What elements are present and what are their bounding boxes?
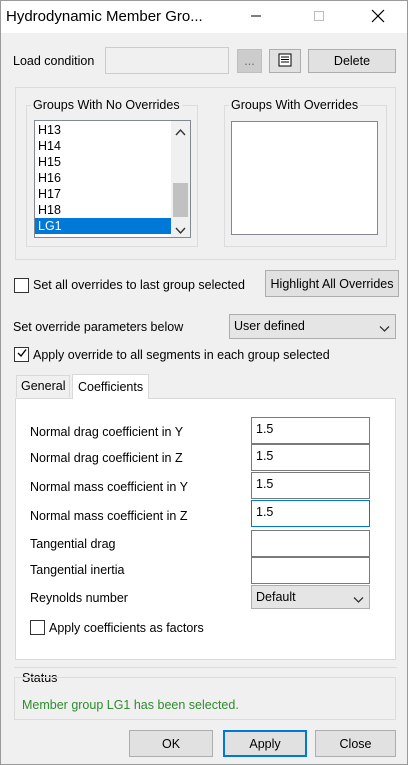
apply-all-segments-label: Apply override to all segments in each g… [33,348,330,362]
normal-drag-y-label: Normal drag coefficient in Y [30,425,184,439]
title-bar: Hydrodynamic Member Gro... [1,1,407,33]
scroll-thumb[interactable] [173,183,188,217]
groups-no-overrides-title: Groups With No Overrides [31,98,182,112]
normal-mass-y-field[interactable]: 1.5 [251,472,370,499]
normal-drag-y-field[interactable]: 1.5 [251,417,370,444]
status-divider [14,667,397,668]
list-item[interactable]: H17 [35,186,171,202]
scroll-down-icon[interactable] [175,224,186,237]
close-icon [371,9,385,26]
normal-mass-z-label: Normal mass coefficient in Z [30,509,188,523]
tangential-inertia-label: Tangential inertia [30,563,125,577]
normal-drag-z-label: Normal drag coefficient in Z [30,451,183,465]
tangential-drag-label: Tangential drag [30,537,116,551]
chevron-down-icon [353,593,364,607]
list-item[interactable]: H16 [35,170,171,186]
status-message: Member group LG1 has been selected. [22,698,239,712]
groups-with-overrides-title: Groups With Overrides [229,98,361,112]
close-button[interactable]: Close [315,730,396,757]
reynolds-select[interactable]: Default [251,585,370,609]
list-scrollbar[interactable] [171,121,190,237]
groups-no-overrides-list[interactable]: H13 H14 H15 H16 H17 H18 LG1 [34,120,191,238]
tab-coefficients[interactable]: Coefficients [72,374,150,399]
close-label: Close [339,736,372,751]
highlight-all-overrides-button[interactable]: Highlight All Overrides [265,270,399,297]
checkmark-icon [16,347,28,362]
set-all-overrides-label: Set all overrides to last group selected [33,278,245,292]
override-params-label: Set override parameters below [13,320,184,334]
load-condition-label: Load condition [13,54,95,68]
list-item-selected[interactable]: LG1 [35,218,171,234]
apply-button[interactable]: Apply [223,730,307,757]
browse-button[interactable]: ... [237,49,262,73]
load-condition-field[interactable] [105,47,229,74]
ok-button[interactable]: OK [129,730,213,757]
normal-mass-y-label: Normal mass coefficient in Y [30,480,188,494]
tab-coefficients-label: Coefficients [78,380,144,394]
list-view-button[interactable] [269,49,301,73]
maximize-button[interactable] [296,1,342,33]
apply-factors-checkbox[interactable] [30,620,45,635]
maximize-icon [313,10,325,25]
close-window-button[interactable] [355,1,401,33]
scroll-up-icon[interactable] [175,125,186,139]
reynolds-value: Default [256,590,296,604]
dialog-window: Hydrodynamic Member Gro... Load conditio… [0,0,408,765]
apply-all-segments-checkbox[interactable] [14,347,29,362]
tangential-drag-field[interactable] [251,530,370,557]
normal-mass-z-field[interactable]: 1.5 [251,500,370,527]
apply-label: Apply [249,736,281,751]
override-params-value: User defined [234,319,305,333]
list-item[interactable]: H18 [35,202,171,218]
chevron-down-icon [379,322,390,336]
ok-label: OK [161,736,181,751]
list-item[interactable]: H15 [35,154,171,170]
delete-button[interactable]: Delete [308,49,396,73]
minimize-button[interactable] [233,1,279,33]
tangential-inertia-field[interactable] [251,557,370,584]
list-item[interactable]: H13 [35,122,171,138]
reynolds-label: Reynolds number [30,591,128,605]
override-params-select[interactable]: User defined [229,314,396,339]
tab-general-label: General [21,379,66,393]
apply-factors-label: Apply coefficients as factors [49,621,204,635]
browse-label: ... [244,54,255,68]
list-item[interactable]: H14 [35,138,171,154]
list-icon [278,53,292,70]
tab-general[interactable]: General [16,375,71,397]
set-all-overrides-checkbox[interactable] [14,278,29,293]
window-title: Hydrodynamic Member Gro... [6,8,203,25]
delete-label: Delete [333,54,371,68]
groups-with-overrides-list[interactable] [231,121,378,235]
normal-drag-z-field[interactable]: 1.5 [251,444,370,471]
highlight-label: Highlight All Overrides [270,276,394,291]
minimize-icon [250,10,262,25]
